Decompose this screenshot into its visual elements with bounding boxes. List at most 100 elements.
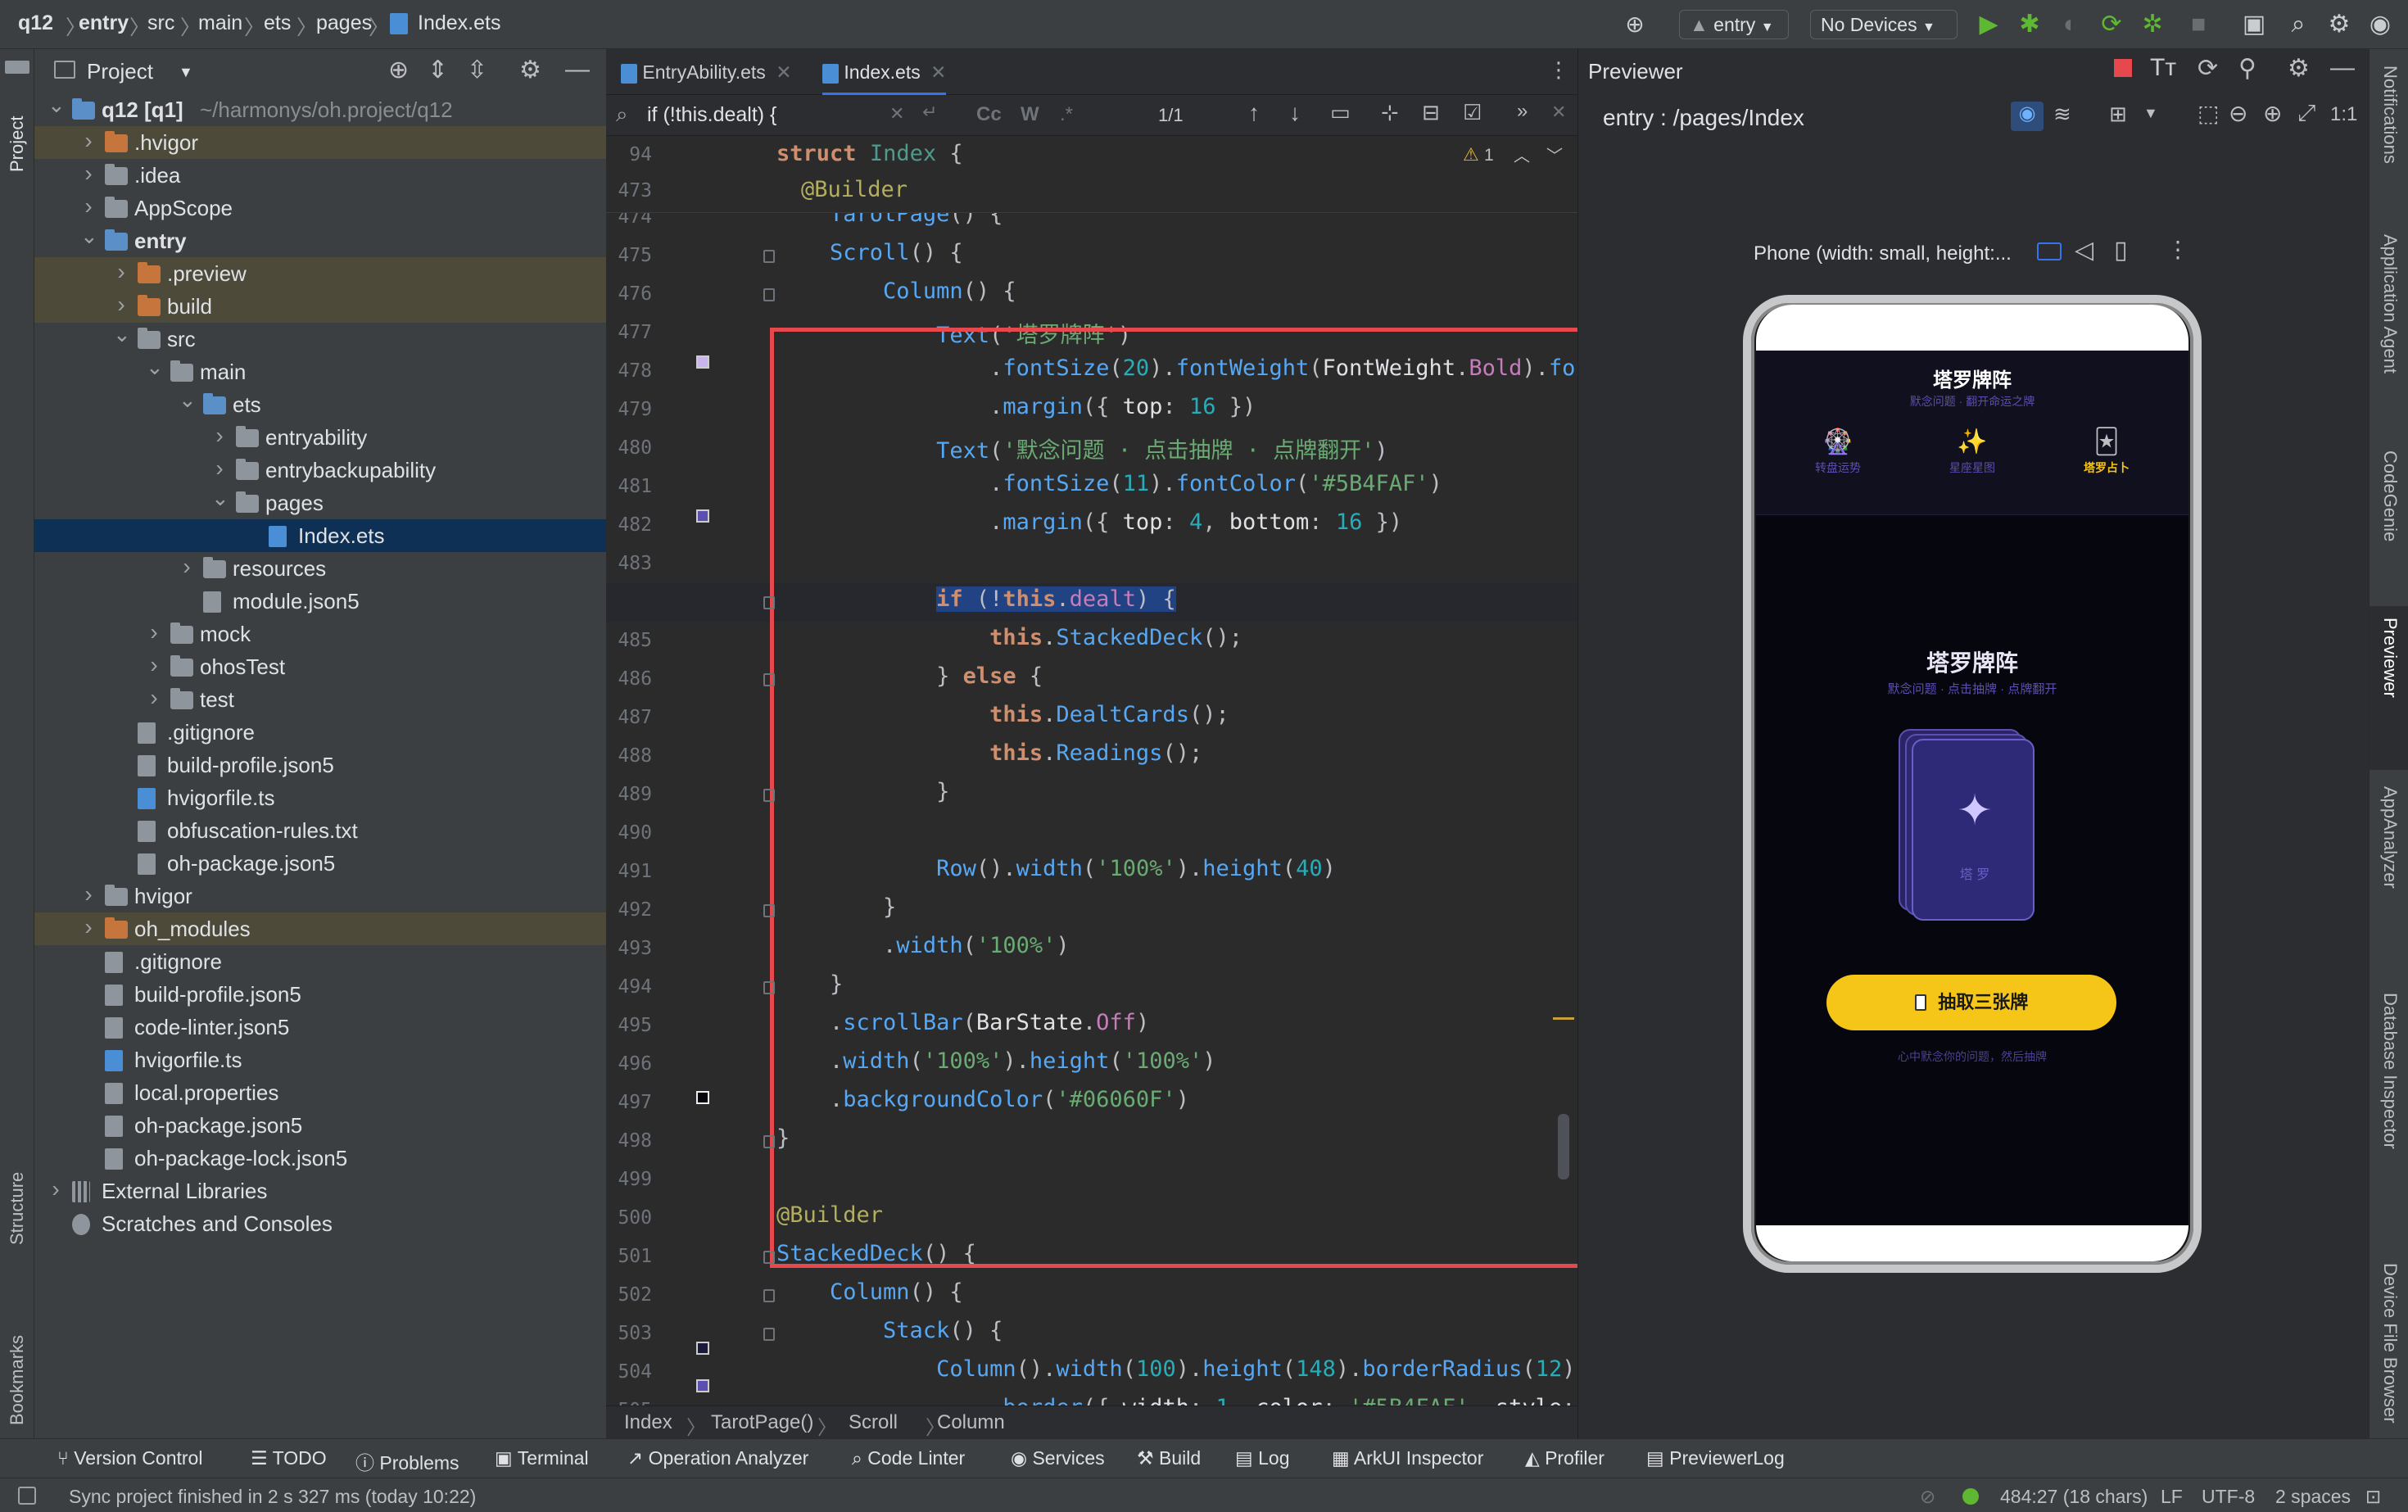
tree-row[interactable]: ⌄ main <box>34 355 606 388</box>
line-separator[interactable]: LF <box>2161 1486 2183 1508</box>
tree-row[interactable]: oh-package.json5 <box>34 847 606 880</box>
fold-marker-icon[interactable] <box>763 250 775 263</box>
sticky-line[interactable]: struct Index { <box>776 141 963 166</box>
tree-row[interactable]: hvigorfile.ts <box>34 1043 606 1076</box>
breadcrumb-module[interactable]: entry <box>79 11 129 35</box>
services-tool[interactable]: ◉ Services <box>1011 1447 1105 1469</box>
file-encoding[interactable]: UTF-8 <box>2202 1486 2255 1508</box>
tree-row[interactable]: › entrybackupability <box>34 454 606 487</box>
chevron-right-icon[interactable]: › <box>80 157 97 190</box>
terminal-tool[interactable]: ▣ Terminal <box>495 1447 589 1469</box>
chevron-right-icon[interactable]: › <box>179 550 195 583</box>
code-line[interactable]: .fontSize(20).fontWeight(FontWeight.Bold… <box>776 355 1577 381</box>
deck-card-top[interactable]: ✦ 塔 罗 <box>1912 739 2035 921</box>
close-icon[interactable]: ✕ <box>930 61 946 83</box>
nav-tab-wheel[interactable]: 🎡 转盘运势 <box>1789 428 1887 476</box>
device-select[interactable]: No Devices ▼ <box>1810 10 1958 39</box>
code-line[interactable]: this.Readings(); <box>776 740 1202 766</box>
next-match-icon[interactable]: ↓ <box>1289 100 1301 126</box>
color-swatch[interactable] <box>696 355 709 369</box>
locate-icon[interactable]: ⊕ <box>388 56 409 84</box>
color-swatch[interactable] <box>696 509 709 523</box>
code-line[interactable]: .backgroundColor('#06060F') <box>776 1087 1189 1112</box>
chevron-down-icon[interactable]: ⌄ <box>80 220 98 252</box>
code-line[interactable]: .margin({ top: 16 }) <box>776 394 1256 419</box>
tree-row[interactable]: › hvigor <box>34 880 606 912</box>
tab-entryability[interactable]: EntryAbility.ets ✕ <box>621 49 791 95</box>
breadcrumb-main[interactable]: main <box>198 11 242 35</box>
tree-row[interactable]: ⌄ entry <box>34 224 606 257</box>
device-manager-icon[interactable]: ▣ <box>2238 8 2270 41</box>
build-tool[interactable]: ⚒ Build <box>1137 1447 1201 1469</box>
code-line[interactable]: Column() { <box>776 1279 963 1305</box>
code-line[interactable]: if (!this.dealt) { <box>776 586 1176 612</box>
code-line[interactable]: } <box>776 779 949 804</box>
chevron-down-icon[interactable]: ▼ <box>179 64 193 81</box>
layers-icon[interactable]: ≋ <box>2053 102 2071 127</box>
todo-tool[interactable]: ☰ TODO <box>251 1447 327 1469</box>
find-input[interactable] <box>647 100 893 129</box>
attach-debugger-icon[interactable]: ✲ <box>2136 8 2169 41</box>
search-icon[interactable]: ⌕ <box>2282 8 2315 41</box>
code-line[interactable]: .margin({ top: 4, bottom: 16 }) <box>776 509 1402 535</box>
editor-crumb[interactable]: TarotPage() <box>711 1411 813 1434</box>
code-linter-tool[interactable]: ⌕ Code Linter <box>852 1447 965 1469</box>
problems-tool[interactable]: ⓘ Problems <box>355 1447 459 1475</box>
new-line-icon[interactable]: ↵ <box>922 102 937 123</box>
code-line[interactable]: this.DealtCards(); <box>776 702 1229 727</box>
vertical-scrollbar[interactable] <box>1558 1114 1569 1179</box>
debug-icon[interactable]: ✱ <box>2013 8 2046 41</box>
tree-row[interactable]: local.properties <box>34 1076 606 1109</box>
fold-marker-icon[interactable] <box>763 1135 775 1148</box>
code-line[interactable]: Column() { <box>776 278 1016 304</box>
chevron-up-icon[interactable]: ︿ <box>1514 143 1530 166</box>
breadcrumb-project[interactable]: q12 <box>18 11 53 35</box>
fit-icon[interactable]: ⤢ <box>2297 100 2315 127</box>
project-tool-label[interactable]: Project <box>7 116 28 172</box>
fold-marker-icon[interactable] <box>763 596 775 609</box>
code-line[interactable]: StackedDeck() { <box>776 1241 976 1266</box>
tree-row[interactable]: › ohosTest <box>34 650 606 683</box>
arkui-inspector-tool[interactable]: ▦ ArkUI Inspector <box>1332 1447 1483 1469</box>
lock-icon[interactable]: ⊡ <box>2365 1486 2381 1508</box>
tree-row[interactable]: module.json5 <box>34 585 606 618</box>
operation-analyzer-tool[interactable]: ↗ Operation Analyzer <box>627 1447 808 1469</box>
editor-crumb[interactable]: Index <box>624 1411 672 1434</box>
chevron-right-icon[interactable]: › <box>80 878 97 911</box>
tree-row[interactable]: ⌄ src <box>34 322 606 355</box>
fold-marker-icon[interactable] <box>763 981 775 994</box>
tree-row[interactable]: › .preview <box>34 257 606 290</box>
expand-all-icon[interactable]: ⇕ <box>428 56 448 84</box>
color-swatch[interactable] <box>696 1091 709 1104</box>
stop-preview-icon[interactable] <box>2114 59 2132 77</box>
warning-icon[interactable]: ⚠ <box>1463 144 1479 165</box>
tree-row[interactable]: ⌄ q12 [q1] ~/harmonys/oh.project/q12 <box>34 93 606 126</box>
remove-occurrence-icon[interactable]: ⊟ <box>1422 100 1440 125</box>
tree-row[interactable]: Index.ets <box>34 519 606 552</box>
code-line[interactable]: } <box>776 971 843 997</box>
match-case-toggle[interactable]: Cc <box>976 103 1002 126</box>
apply-changes-icon[interactable]: ⟳ <box>2095 8 2128 41</box>
tree-row[interactable]: obfuscation-rules.txt <box>34 814 606 847</box>
chevron-right-icon[interactable]: › <box>113 288 129 321</box>
regex-toggle[interactable]: .* <box>1060 103 1073 126</box>
fold-marker-icon[interactable] <box>763 288 775 301</box>
font-size-icon[interactable]: Tт <box>2150 54 2176 82</box>
tree-row[interactable]: › .hvigor <box>34 126 606 159</box>
add-occurrence-icon[interactable]: ⊹ <box>1381 100 1399 125</box>
fold-marker-icon[interactable] <box>763 1251 775 1264</box>
indent-setting[interactable]: 2 spaces <box>2275 1486 2351 1508</box>
device-frame-toggle-icon[interactable] <box>2037 242 2062 260</box>
run-icon[interactable]: ▶ <box>1972 8 2005 41</box>
tree-row[interactable]: › .idea <box>34 159 606 192</box>
tree-row[interactable]: › AppScope <box>34 192 606 224</box>
fold-marker-icon[interactable] <box>763 789 775 802</box>
frame-icon[interactable]: ⬚ <box>2198 100 2219 127</box>
chevron-right-icon[interactable]: › <box>80 911 97 944</box>
editor-crumb[interactable]: Column <box>937 1411 1005 1434</box>
breadcrumb-file[interactable]: Index.ets <box>418 11 500 35</box>
log-tool[interactable]: ▤ Log <box>1235 1447 1290 1469</box>
inspector-toggle-icon[interactable]: ◉ <box>2011 102 2044 131</box>
tab-index[interactable]: Index.ets ✕ <box>822 49 947 95</box>
database-inspector-tool[interactable]: Database Inspector <box>2379 993 2401 1149</box>
